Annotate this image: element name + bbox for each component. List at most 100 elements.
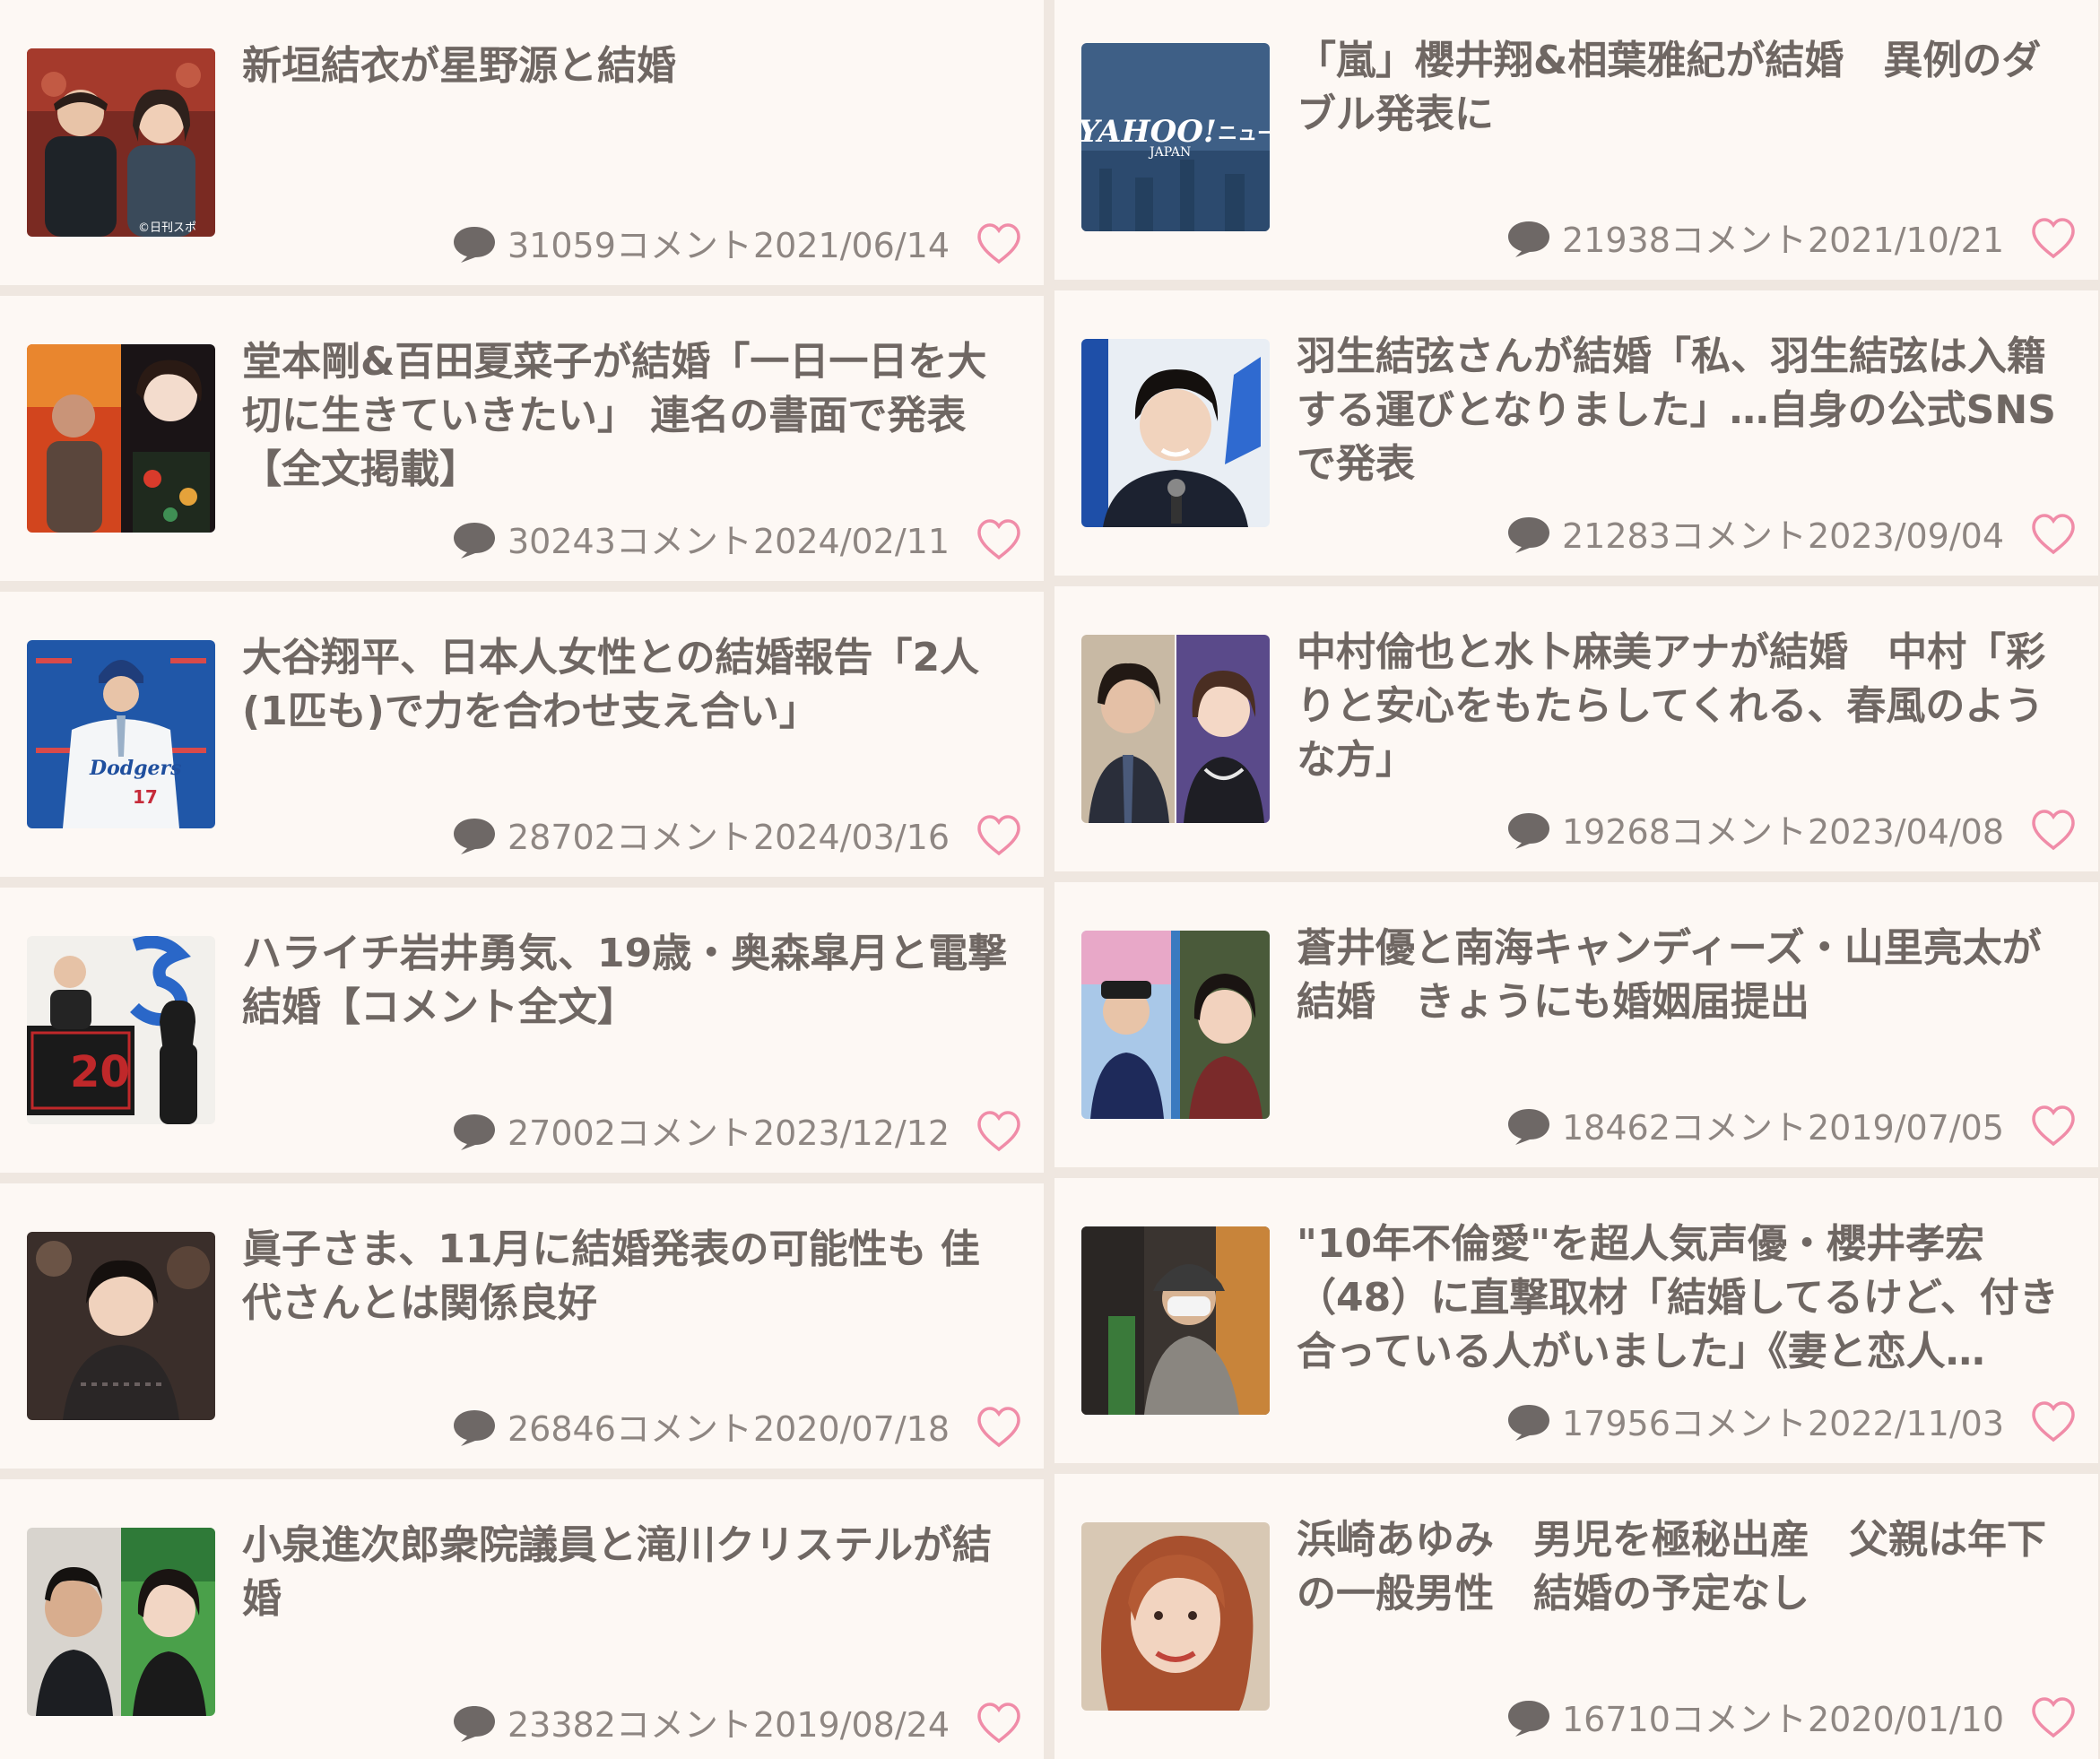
article-card[interactable]: "10年不倫愛"を超人気声優・櫻井孝宏（48）に直撃取材「結婚してるけど、付き合…	[1054, 1178, 2098, 1463]
article-card[interactable]: 浜崎あゆみ 男児を極秘出産 父親は年下の一般男性 結婚の予定なし 16710コメ…	[1054, 1474, 2098, 1759]
favorite-heart-icon[interactable]	[976, 1406, 1022, 1449]
article-thumbnail[interactable]	[1081, 635, 1270, 823]
article-card[interactable]: 堂本剛&百田夏菜子が結婚「一日一日を大切に生きていきたい」 連名の書面で発表【全…	[0, 296, 1044, 581]
article-thumbnail[interactable]: YAHOO! ニュー JAPAN	[1081, 43, 1270, 231]
post-date: 2023/09/04	[1808, 516, 2005, 556]
favorite-heart-icon[interactable]	[2030, 513, 2077, 556]
post-date: 2023/04/08	[1808, 812, 2005, 852]
favorite-heart-icon[interactable]	[2030, 1105, 2077, 1148]
article-card[interactable]: 20 ハライチ岩井勇気、19歳・奥森皐月と電撃結婚【コメント全文】 27002コ…	[0, 888, 1044, 1173]
post-date: 2019/08/24	[753, 1705, 950, 1745]
post-date: 2022/11/03	[1808, 1404, 2005, 1443]
comment-count: 30243コメント	[508, 522, 752, 561]
favorite-heart-icon[interactable]	[2030, 1400, 2077, 1443]
comment-bubble-icon	[454, 1706, 495, 1742]
article-thumbnail[interactable]	[1081, 339, 1270, 527]
article-card[interactable]: ©日刊スポ 新垣結衣が星野源と結婚 31059コメント 2021/06/14	[0, 0, 1044, 285]
post-date: 2024/03/16	[753, 818, 950, 857]
article-title[interactable]: 大谷翔平、日本人女性との結婚報告「2人(1匹も)で力を合わせ支え合い」	[242, 631, 1013, 739]
comment-count: 21938コメント	[1562, 221, 1807, 260]
favorite-heart-icon[interactable]	[976, 518, 1022, 561]
thumb-logo: YAHOO!	[1081, 114, 1217, 150]
article-title[interactable]: 蒼井優と南海キャンディーズ・山里亮太が結婚 きょうにも婚姻届提出	[1297, 922, 2068, 1029]
article-meta: 19268コメント 2023/04/08	[1480, 809, 2080, 854]
comment-bubble-icon	[454, 1410, 495, 1446]
article-title[interactable]: 羽生結弦さんが結婚「私、羽生結弦は入籍する運びとなりました」…自身の公式SNSで…	[1297, 330, 2068, 491]
comment-count: 23382コメント	[508, 1705, 752, 1745]
article-title[interactable]: 新垣結衣が星野源と結婚	[242, 39, 1013, 93]
post-date: 2023/12/12	[753, 1113, 950, 1153]
article-thumbnail[interactable]: Dodgers 17	[27, 640, 215, 828]
comment-bubble-icon	[1508, 1701, 1549, 1737]
article-title[interactable]: ハライチ岩井勇気、19歳・奥森皐月と電撃結婚【コメント全文】	[242, 927, 1013, 1035]
article-thumbnail[interactable]	[27, 1528, 215, 1716]
comment-count: 16710コメント	[1562, 1700, 1807, 1739]
article-meta: 27002コメント 2023/12/12	[425, 1110, 1026, 1155]
post-date: 2024/02/11	[753, 522, 950, 561]
thumb-logo-sub: JAPAN	[1148, 145, 1191, 160]
comment-bubble-icon	[454, 523, 495, 559]
article-thumbnail[interactable]: 20	[27, 936, 215, 1124]
favorite-heart-icon[interactable]	[976, 222, 1022, 265]
article-meta: 23382コメント 2019/08/24	[425, 1702, 1026, 1746]
article-meta: 30243コメント 2024/02/11	[425, 518, 1026, 563]
post-date: 2020/07/18	[753, 1409, 950, 1449]
article-meta: 21938コメント 2021/10/21	[1480, 217, 2080, 262]
article-meta: 17956コメント 2022/11/03	[1480, 1400, 2080, 1445]
article-card[interactable]: YAHOO! ニュー JAPAN 「嵐」櫻井翔&相葉雅紀が結婚 異例のダブル発表…	[1054, 0, 2098, 280]
left-column: ©日刊スポ 新垣結衣が星野源と結婚 31059コメント 2021/06/14 堂…	[0, 0, 1044, 1759]
article-thumbnail[interactable]	[1081, 931, 1270, 1119]
article-thumbnail[interactable]	[27, 344, 215, 533]
comment-count: 28702コメント	[508, 818, 752, 857]
comment-count: 26846コメント	[508, 1409, 752, 1449]
article-thumbnail[interactable]	[1081, 1522, 1270, 1711]
article-title[interactable]: 小泉進次郎衆院議員と滝川クリステルが結婚	[242, 1519, 1013, 1626]
comment-count: 18462コメント	[1562, 1108, 1807, 1148]
favorite-heart-icon[interactable]	[2030, 809, 2077, 852]
favorite-heart-icon[interactable]	[2030, 1696, 2077, 1739]
article-title[interactable]: 「嵐」櫻井翔&相葉雅紀が結婚 異例のダブル発表に	[1297, 34, 2068, 142]
article-card[interactable]: 小泉進次郎衆院議員と滝川クリステルが結婚 23382コメント 2019/08/2…	[0, 1479, 1044, 1759]
favorite-heart-icon[interactable]	[2030, 217, 2077, 260]
article-meta: 26846コメント 2020/07/18	[425, 1406, 1026, 1451]
article-thumbnail[interactable]: ©日刊スポ	[27, 48, 215, 237]
article-card[interactable]: 蒼井優と南海キャンディーズ・山里亮太が結婚 きょうにも婚姻届提出 18462コメ…	[1054, 882, 2098, 1167]
comment-count: 21283コメント	[1562, 516, 1807, 556]
comment-bubble-icon	[1508, 1109, 1549, 1145]
article-card[interactable]: Dodgers 17 大谷翔平、日本人女性との結婚報告「2人(1匹も)で力を合わ…	[0, 592, 1044, 877]
comment-count: 31059コメント	[508, 226, 752, 265]
article-title[interactable]: 中村倫也と水卜麻美アナが結婚 中村「彩りと安心をもたらしてくれる、春風のような方…	[1297, 626, 2068, 787]
article-meta: 21283コメント 2023/09/04	[1480, 513, 2080, 558]
thumb-text: Dodgers	[89, 757, 182, 780]
article-title[interactable]: 浜崎あゆみ 男児を極秘出産 父親は年下の一般男性 結婚の予定なし	[1297, 1513, 2068, 1621]
comment-bubble-icon	[1508, 221, 1549, 257]
comment-bubble-icon	[1508, 517, 1549, 553]
comment-count: 19268コメント	[1562, 812, 1807, 852]
comment-count: 17956コメント	[1562, 1404, 1807, 1443]
article-meta: 18462コメント 2019/07/05	[1480, 1105, 2080, 1149]
thumb-text: 20	[70, 1047, 130, 1097]
post-date: 2021/06/14	[753, 226, 950, 265]
article-card[interactable]: 眞子さま、11月に結婚発表の可能性も 佳代さんとは関係良好 26846コメント …	[0, 1183, 1044, 1469]
comment-bubble-icon	[1508, 813, 1549, 849]
article-title[interactable]: 堂本剛&百田夏菜子が結婚「一日一日を大切に生きていきたい」 連名の書面で発表【全…	[242, 335, 1013, 497]
comment-bubble-icon	[1508, 1405, 1549, 1441]
article-title[interactable]: "10年不倫愛"を超人気声優・櫻井孝宏（48）に直撃取材「結婚してるけど、付き合…	[1297, 1217, 2068, 1379]
article-title[interactable]: 眞子さま、11月に結婚発表の可能性も 佳代さんとは関係良好	[242, 1223, 1013, 1330]
thumb-caption: ©日刊スポ	[138, 221, 196, 235]
comment-bubble-icon	[454, 227, 495, 263]
post-date: 2021/10/21	[1808, 221, 2005, 260]
article-meta: 28702コメント 2024/03/16	[425, 814, 1026, 859]
favorite-heart-icon[interactable]	[976, 1110, 1022, 1153]
article-thumbnail[interactable]	[27, 1232, 215, 1420]
article-thumbnail[interactable]	[1081, 1226, 1270, 1415]
article-card[interactable]: 羽生結弦さんが結婚「私、羽生結弦は入籍する運びとなりました」…自身の公式SNSで…	[1054, 290, 2098, 576]
favorite-heart-icon[interactable]	[976, 814, 1022, 857]
article-card[interactable]: 中村倫也と水卜麻美アナが結婚 中村「彩りと安心をもたらしてくれる、春風のような方…	[1054, 586, 2098, 871]
favorite-heart-icon[interactable]	[976, 1702, 1022, 1745]
article-grid: ©日刊スポ 新垣結衣が星野源と結婚 31059コメント 2021/06/14 堂…	[0, 0, 2100, 1759]
post-date: 2019/07/05	[1808, 1108, 2005, 1148]
right-column: YAHOO! ニュー JAPAN 「嵐」櫻井翔&相葉雅紀が結婚 異例のダブル発表…	[1054, 0, 2098, 1759]
article-meta: 31059コメント 2021/06/14	[425, 222, 1026, 267]
thumb-number: 17	[133, 786, 158, 808]
